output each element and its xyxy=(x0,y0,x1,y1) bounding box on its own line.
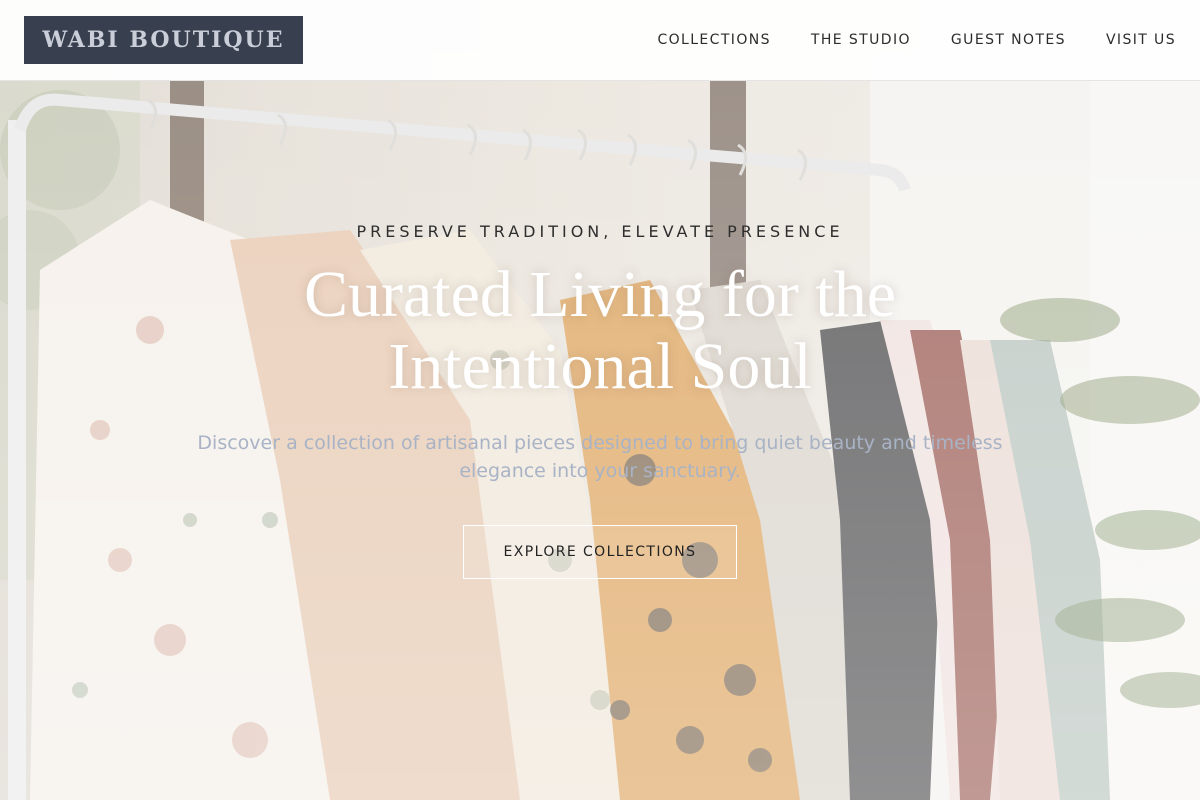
hero-subtitle: Discover a collection of artisanal piece… xyxy=(197,432,1003,482)
nav-link-guest-notes[interactable]: GUEST NOTES xyxy=(951,32,1066,48)
hero-section: PRESERVE TRADITION, ELEVATE PRESENCE Cur… xyxy=(0,81,1200,800)
nav-link-visit-us[interactable]: VISIT US xyxy=(1106,32,1176,48)
logo-link[interactable]: WABI BOUTIQUE xyxy=(24,16,303,64)
explore-collections-button[interactable]: EXPLORE COLLECTIONS xyxy=(463,525,737,579)
nav-link-the-studio[interactable]: THE STUDIO xyxy=(811,32,911,48)
logo-text: WABI BOUTIQUE xyxy=(42,27,285,53)
hero-title: Curated Living for the Intentional Soul xyxy=(303,258,896,403)
site-header: WABI BOUTIQUE COLLECTIONS THE STUDIO GUE… xyxy=(0,0,1200,81)
hero-eyebrow: PRESERVE TRADITION, ELEVATE PRESENCE xyxy=(356,222,844,241)
nav-link-collections[interactable]: COLLECTIONS xyxy=(657,32,770,48)
main-nav: COLLECTIONS THE STUDIO GUEST NOTES VISIT… xyxy=(657,32,1176,48)
